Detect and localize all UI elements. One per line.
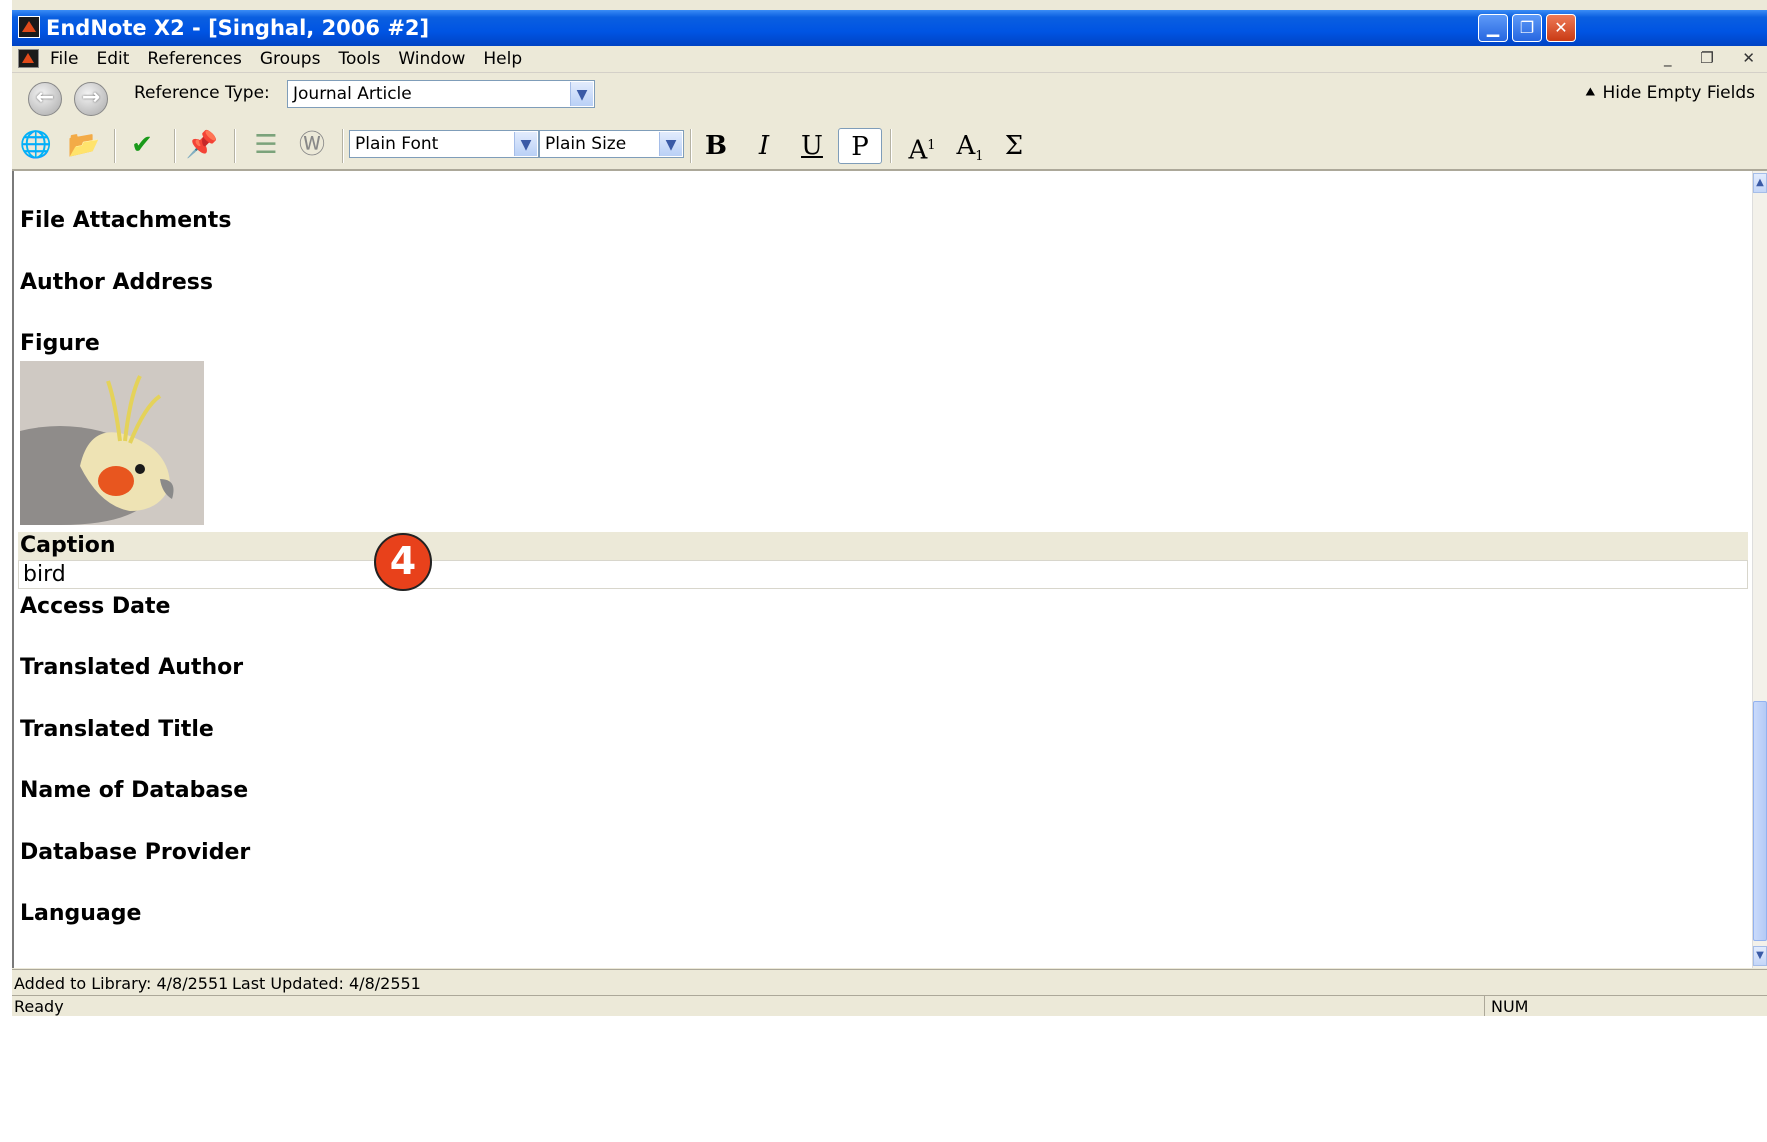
subscript-letter: A (956, 131, 976, 161)
toolbar-separator (114, 129, 116, 163)
field-label-author-address: Author Address (20, 270, 213, 295)
subscript-mark: 1 (975, 149, 984, 165)
menu-bar: File Edit References Groups Tools Window… (12, 46, 1767, 73)
chevron-down-icon[interactable]: ▼ (514, 132, 537, 156)
reference-type-bar: ← → Reference Type: Journal Article ▼ ⯅ … (12, 73, 1767, 123)
scroll-thumb[interactable] (1753, 701, 1767, 941)
endnote-window: EndNote X2 - [Singhal, 2006 #2] ▁ ❐ ✕ Fi… (12, 0, 1767, 1142)
field-label-database-provider: Database Provider (20, 840, 251, 865)
last-updated: Last Updated: 4/8/2551 (232, 974, 421, 993)
italic-button[interactable]: I (742, 128, 786, 164)
restore-button[interactable]: ❐ (1512, 14, 1542, 42)
menu-edit[interactable]: Edit (96, 49, 129, 69)
scroll-down-icon[interactable]: ▼ (1753, 946, 1767, 966)
cockatiel-picture (20, 361, 204, 525)
window-title: EndNote X2 - [Singhal, 2006 #2] (46, 16, 430, 40)
size-select[interactable]: Plain Size ▼ (539, 130, 684, 158)
chevron-down-icon[interactable]: ▼ (570, 82, 593, 106)
caption-field-header (18, 532, 1748, 560)
field-label-figure: Figure (20, 331, 100, 356)
toolbar-separator (174, 129, 176, 163)
vertical-scrollbar[interactable]: ▲ ▼ (1752, 171, 1767, 968)
font-value: Plain Font (355, 134, 439, 154)
document-icon[interactable] (18, 49, 39, 68)
toolbar-separator (890, 129, 892, 163)
field-label-name-of-database: Name of Database (20, 778, 249, 803)
menu-references[interactable]: References (147, 49, 241, 69)
figure-image[interactable] (20, 361, 204, 525)
bold-button[interactable]: B (694, 128, 738, 164)
font-select[interactable]: Plain Font ▼ (349, 130, 539, 158)
num-lock-indicator: NUM (1484, 996, 1534, 1018)
field-label-translated-author: Translated Author (20, 655, 244, 680)
check-spelling-icon[interactable]: ✔ (124, 128, 160, 162)
chevron-down-icon[interactable]: ▼ (659, 132, 682, 156)
menu-tools[interactable]: Tools (338, 49, 380, 69)
formatting-toolbar: 🌐 📂 ✔ 📌 ☰ Ⓦ Plain Font ▼ Plain Size ▼ B … (12, 123, 1767, 171)
close-button[interactable]: ✕ (1546, 14, 1576, 42)
caption-input[interactable]: bird (18, 560, 1748, 589)
size-value: Plain Size (545, 134, 627, 154)
field-label-file-attachments: File Attachments (20, 208, 232, 233)
pin-icon[interactable]: 📌 (184, 128, 220, 162)
toolbar-separator (234, 129, 236, 163)
hide-empty-fields-button[interactable]: ⯅ Hide Empty Fields (1584, 83, 1755, 103)
document-window-controls[interactable]: _ ❐ ✕ (1664, 49, 1767, 67)
plain-button[interactable]: P (838, 128, 882, 164)
endnote-app-icon[interactable] (18, 16, 40, 38)
open-folder-icon[interactable]: 📂 (66, 128, 102, 162)
symbol-button[interactable]: Σ (992, 128, 1036, 164)
subscript-button[interactable]: A1 (948, 128, 992, 164)
status-bar: Ready NUM (12, 995, 1767, 1018)
menu-groups[interactable]: Groups (260, 49, 321, 69)
field-label-caption: Caption (20, 533, 116, 558)
superscript-letter: A (908, 135, 928, 166)
underline-button[interactable]: U (790, 128, 834, 164)
reference-dates-bar: Added to Library: 4/8/2551 Last Updated:… (12, 969, 1767, 996)
word-icon[interactable]: Ⓦ (294, 128, 330, 162)
previous-reference-button[interactable]: ← (28, 82, 62, 116)
toolbar-separator (690, 129, 692, 163)
menu-window[interactable]: Window (398, 49, 465, 69)
reference-type-value: Journal Article (293, 84, 412, 104)
menu-help[interactable]: Help (483, 49, 522, 69)
field-label-access-date: Access Date (20, 594, 171, 619)
minimize-button[interactable]: ▁ (1478, 14, 1508, 42)
reference-editor[interactable]: File Attachments Author Address Figure C… (12, 171, 1752, 968)
superscript-mark: 1 (927, 138, 936, 153)
next-reference-button[interactable]: → (74, 82, 108, 116)
menu-file[interactable]: File (50, 49, 78, 69)
added-to-library: Added to Library: 4/8/2551 (14, 974, 229, 993)
scroll-up-icon[interactable]: ▲ (1753, 173, 1767, 193)
insert-citation-icon[interactable]: 🌐 (18, 128, 54, 162)
reference-type-label: Reference Type: (134, 83, 270, 103)
field-label-language: Language (20, 901, 142, 926)
toolbar-separator (342, 129, 344, 163)
field-label-translated-title: Translated Title (20, 717, 214, 742)
title-bar[interactable]: EndNote X2 - [Singhal, 2006 #2] ▁ ❐ ✕ (12, 10, 1767, 46)
status-text: Ready (14, 997, 64, 1016)
page-background (0, 1016, 1767, 1142)
superscript-button[interactable]: A1 (900, 128, 944, 166)
step-number-badge: 4 (374, 533, 432, 591)
list-icon[interactable]: ☰ (248, 128, 284, 162)
reference-type-select[interactable]: Journal Article ▼ (287, 80, 595, 108)
